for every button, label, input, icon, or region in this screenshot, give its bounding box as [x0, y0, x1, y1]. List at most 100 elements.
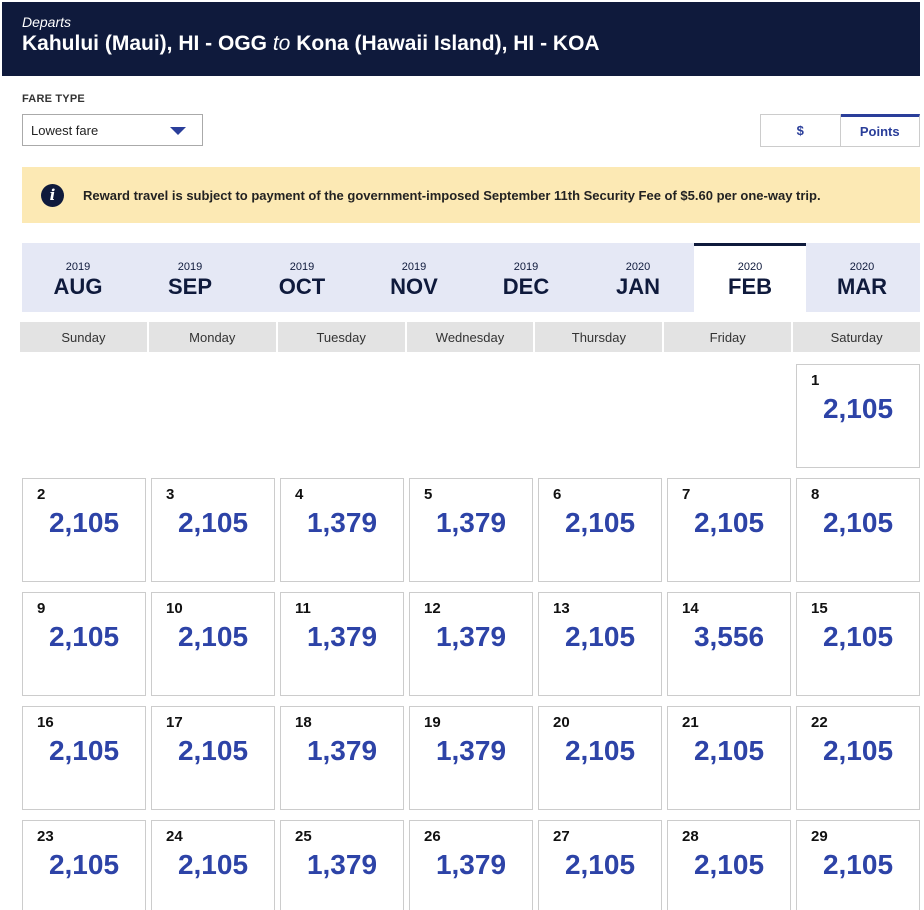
day-number: 25: [295, 828, 312, 845]
destination: Kona (Hawaii Island), HI - KOA: [296, 32, 600, 55]
points-price: 1,379: [435, 849, 507, 880]
month-name: FEB: [728, 274, 772, 299]
points-price: 2,105: [822, 849, 894, 880]
day-number: 8: [811, 486, 820, 503]
month-tab-oct[interactable]: 2019 OCT: [246, 243, 358, 312]
day-number: 24: [166, 828, 183, 845]
day-number: 1: [811, 372, 820, 389]
day-number: 11: [295, 600, 311, 617]
points-price: 3,556: [693, 621, 765, 652]
month-year: 2020: [849, 261, 875, 273]
month-name: SEP: [167, 274, 213, 299]
day-cell[interactable]: 20 2,105: [538, 706, 662, 810]
month-name: DEC: [502, 274, 550, 299]
points-price: 2,105: [822, 735, 894, 766]
month-name: MAR: [836, 274, 888, 299]
points-price: 1,379: [306, 507, 378, 538]
day-cell[interactable]: 6 2,105: [538, 478, 662, 582]
month-tab-aug[interactable]: 2019 AUG: [22, 243, 134, 312]
day-cell[interactable]: 21 2,105: [667, 706, 791, 810]
day-cell[interactable]: 1 2,105: [796, 364, 920, 468]
day-cell[interactable]: 19 1,379: [409, 706, 533, 810]
day-number: 17: [166, 714, 183, 731]
month-tab-nov[interactable]: 2019 NOV: [358, 243, 470, 312]
month-tab-mar[interactable]: 2020 MAR: [806, 243, 918, 312]
weekday-header: Sunday Monday Tuesday Wednesday Thursday Frid…: [20, 322, 921, 352]
notice-message: Reward travel is subject to payment of t…: [83, 187, 821, 203]
day-number: 4: [295, 486, 304, 503]
day-cell[interactable]: 24 2,105: [151, 820, 275, 910]
day-number: 3: [166, 486, 175, 503]
day-cell[interactable]: 14 3,556: [667, 592, 791, 696]
day-number: 13: [553, 600, 570, 617]
points-price: 2,105: [693, 849, 765, 880]
day-cell[interactable]: 5 1,379: [409, 478, 533, 582]
to-word: to: [272, 32, 291, 55]
chevron-down-icon: [170, 127, 186, 135]
day-number: 5: [424, 486, 433, 503]
day-number: 10: [166, 600, 183, 617]
month-tab-dec[interactable]: 2019 DEC: [470, 243, 582, 312]
weekday-saturday: Saturday: [793, 322, 921, 352]
day-cell[interactable]: 25 1,379: [280, 820, 404, 910]
day-cell[interactable]: 4 1,379: [280, 478, 404, 582]
weekday-tuesday: Tuesday: [277, 322, 405, 352]
points-price: 1,379: [306, 735, 378, 766]
day-number: 9: [37, 600, 46, 617]
day-number: 15: [811, 600, 828, 617]
day-cell[interactable]: 16 2,105: [22, 706, 146, 810]
month-tab-feb[interactable]: 2020 FEB: [694, 243, 806, 312]
month-name: NOV: [390, 274, 438, 299]
day-cell[interactable]: 22 2,105: [796, 706, 920, 810]
day-cell[interactable]: 28 2,105: [667, 820, 791, 910]
security-fee-notice: i Reward travel is subject to payment of…: [22, 167, 920, 223]
month-year: 2019: [289, 261, 315, 273]
fare-type-value: Lowest fare: [31, 123, 99, 138]
month-year: 2019: [513, 261, 539, 273]
fare-type-select[interactable]: Lowest fare: [22, 114, 203, 146]
day-cell[interactable]: 13 2,105: [538, 592, 662, 696]
month-tab-jan[interactable]: 2020 JAN: [582, 243, 694, 312]
points-price: 2,105: [177, 735, 249, 766]
month-name: OCT: [278, 274, 326, 299]
day-cell[interactable]: 11 1,379: [280, 592, 404, 696]
route-header: Departs Kahului (Maui), HI - OGG to Kona…: [2, 2, 920, 76]
day-cell[interactable]: 23 2,105: [22, 820, 146, 910]
day-number: 14: [682, 600, 699, 617]
day-number: 2: [37, 486, 46, 503]
route-title: Kahului (Maui), HI - OGG to Kona (Hawaii…: [22, 32, 900, 56]
info-icon: i: [41, 183, 64, 207]
origin: Kahului (Maui), HI - OGG: [22, 32, 267, 55]
day-cell[interactable]: 18 1,379: [280, 706, 404, 810]
weekday-friday: Friday: [664, 322, 792, 352]
day-cell[interactable]: 2 2,105: [22, 478, 146, 582]
day-cell[interactable]: 17 2,105: [151, 706, 275, 810]
day-cell[interactable]: 3 2,105: [151, 478, 275, 582]
month-selector: 2019 AUG 2019 SEP 2019 OCT 2019 NOV 2019 DEC 2020 J…: [22, 243, 920, 312]
points-button[interactable]: Points: [840, 114, 920, 147]
points-price: 2,105: [564, 507, 636, 538]
month-name: JAN: [615, 274, 660, 299]
points-price: 2,105: [48, 735, 120, 766]
day-cell[interactable]: 27 2,105: [538, 820, 662, 910]
day-cell[interactable]: 10 2,105: [151, 592, 275, 696]
weekday-wednesday: Wednesday: [406, 322, 534, 352]
dollars-button[interactable]: $: [760, 114, 841, 147]
day-cell[interactable]: 15 2,105: [796, 592, 920, 696]
month-year: 2019: [177, 261, 203, 273]
weekday-thursday: Thursday: [535, 322, 663, 352]
day-number: 7: [682, 486, 691, 503]
day-cell[interactable]: 29 2,105: [796, 820, 920, 910]
day-cell[interactable]: 7 2,105: [667, 478, 791, 582]
day-number: 19: [424, 714, 441, 731]
day-cell[interactable]: 9 2,105: [22, 592, 146, 696]
month-year: 2019: [65, 261, 91, 273]
currency-toggle: $ Points: [760, 114, 920, 147]
day-cell[interactable]: 12 1,379: [409, 592, 533, 696]
day-number: 27: [553, 828, 570, 845]
day-cell[interactable]: 8 2,105: [796, 478, 920, 582]
day-number: 29: [811, 828, 828, 845]
points-price: 2,105: [48, 621, 120, 652]
month-tab-sep[interactable]: 2019 SEP: [134, 243, 246, 312]
day-cell[interactable]: 26 1,379: [409, 820, 533, 910]
